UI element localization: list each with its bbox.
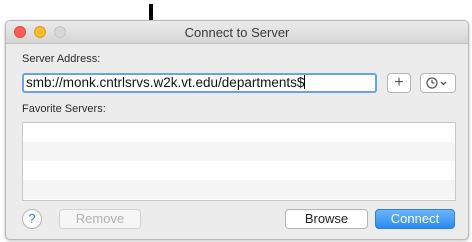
list-row-empty bbox=[23, 142, 455, 161]
recent-servers-button[interactable] bbox=[420, 73, 456, 93]
server-address-input[interactable]: smb://monk.cntrlsrvs.w2k.vt.edu/departme… bbox=[22, 73, 377, 93]
browse-button[interactable]: Browse bbox=[285, 209, 368, 229]
help-button[interactable]: ? bbox=[22, 209, 42, 229]
list-row-empty bbox=[23, 123, 455, 142]
favorite-servers-label: Favorite Servers: bbox=[22, 103, 106, 115]
text-cursor bbox=[304, 75, 306, 89]
list-row-empty bbox=[23, 180, 455, 199]
add-favorite-button[interactable]: + bbox=[387, 73, 411, 93]
server-address-label: Server Address: bbox=[22, 53, 101, 65]
window-title: Connect to Server bbox=[184, 25, 290, 40]
connect-to-server-window: Connect to Server Server Address: smb://… bbox=[5, 20, 469, 240]
title-bar: Connect to Server bbox=[6, 21, 468, 44]
server-address-value: smb://monk.cntrlsrvs.w2k.vt.edu/departme… bbox=[26, 75, 305, 90]
clock-dropdown-icon bbox=[426, 77, 447, 89]
list-row-empty bbox=[23, 161, 455, 180]
favorite-servers-list[interactable] bbox=[22, 122, 456, 201]
remove-button[interactable]: Remove bbox=[59, 209, 141, 229]
connect-button[interactable]: Connect bbox=[375, 209, 455, 229]
